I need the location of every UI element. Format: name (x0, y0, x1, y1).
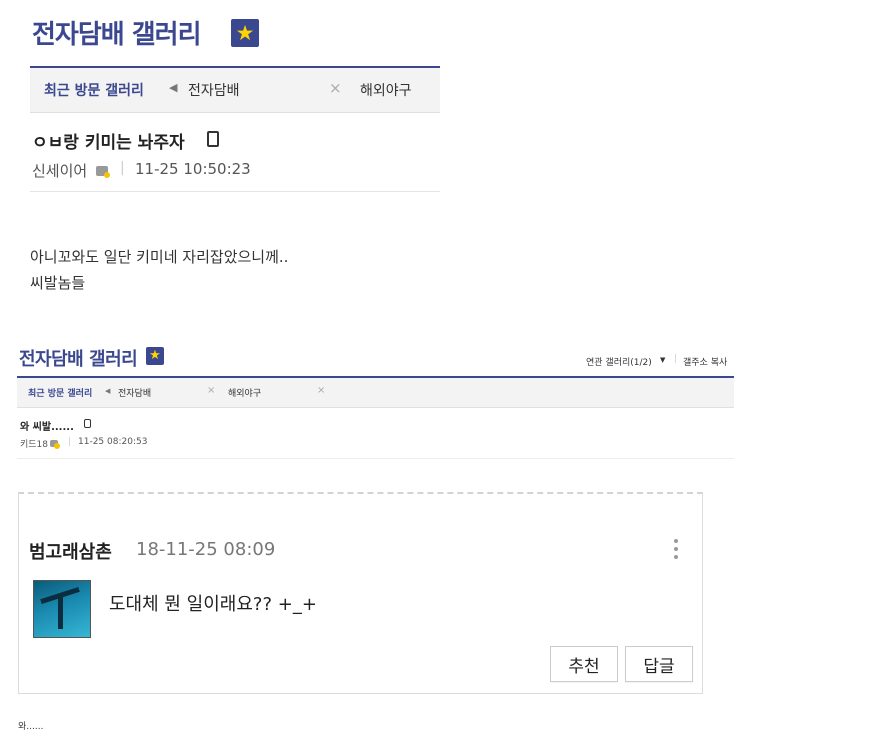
reply-button[interactable]: 답글 (625, 646, 693, 682)
post-body-line: 씨발놈들 (30, 274, 86, 292)
copy-address-link[interactable]: 갤주소 복사 (683, 355, 727, 368)
star-icon: ★ (146, 347, 164, 365)
more-options-icon[interactable] (667, 538, 685, 564)
recent-gallery-label: 최근 방문 갤러리 (44, 83, 144, 99)
post-title: 와 씨발...... (20, 422, 74, 433)
star-icon: ★ (231, 19, 259, 47)
member-icon (96, 166, 110, 178)
close-icon[interactable]: × (329, 79, 342, 97)
recent-tab-mlb[interactable]: 해외야구 (228, 386, 261, 399)
close-icon[interactable]: × (207, 385, 215, 396)
kebab-menu-icon (674, 539, 678, 559)
recent-tab-ecig[interactable]: 전자담배 (188, 80, 240, 100)
avatar-figure (58, 595, 63, 629)
meta-separator: | (120, 160, 125, 176)
comment-text: 도대체 뭔 일이래요?? +_+ (109, 594, 317, 615)
recent-gallery-bar: 최근 방문 갤러리 ◀ 전자담배 × 해외야구 × (17, 376, 734, 408)
recent-gallery-bar: 최근 방문 갤러리 ◀ 전자담배 × 해외야구 (30, 66, 440, 113)
arrow-left-icon[interactable]: ◀ (169, 81, 177, 94)
recent-tab-ecig[interactable]: 전자담배 (118, 386, 151, 399)
header-separator: | (674, 354, 678, 364)
recent-gallery-label: 최근 방문 갤러리 (28, 389, 93, 399)
comment-datetime: 18-11-25 08:09 (136, 539, 276, 560)
recommend-button[interactable]: 추천 (550, 646, 618, 682)
post-datetime: 11-25 10:50:23 (135, 160, 251, 178)
meta-separator: | (68, 437, 72, 447)
related-gallery-link[interactable]: 연관 갤러리(1/2) (586, 355, 652, 368)
gallery-title[interactable]: 전자담배 갤러리 (32, 14, 201, 51)
comment-card: 범고래삼촌 18-11-25 08:09 도대체 뭔 일이래요?? +_+ 추천… (18, 492, 703, 694)
post-datetime: 11-25 08:20:53 (78, 437, 148, 447)
post-author[interactable]: 신세이어 (32, 160, 87, 181)
comment-avatar (33, 580, 91, 638)
member-icon (50, 440, 60, 449)
mobile-icon (207, 131, 219, 147)
gallery-title[interactable]: 전자담배 갤러리 (19, 345, 138, 371)
footer-text: 와...... (18, 722, 44, 732)
comment-author[interactable]: 범고래삼촌 (29, 538, 112, 564)
recent-tab-mlb[interactable]: 해외야구 (360, 80, 412, 100)
post-body-line: 아니꼬와도 일단 키미네 자리잡았으니께.. (30, 248, 289, 266)
post-title: ㅇㅂ랑 키미는 놔주자 (32, 133, 185, 153)
divider (30, 191, 440, 192)
close-icon[interactable]: × (317, 385, 325, 396)
arrow-left-icon[interactable]: ◀ (105, 387, 110, 395)
caret-down-icon[interactable]: ▼ (660, 356, 665, 364)
divider (17, 458, 734, 459)
mobile-icon (84, 419, 91, 428)
post-author[interactable]: 키드18 (20, 437, 48, 450)
